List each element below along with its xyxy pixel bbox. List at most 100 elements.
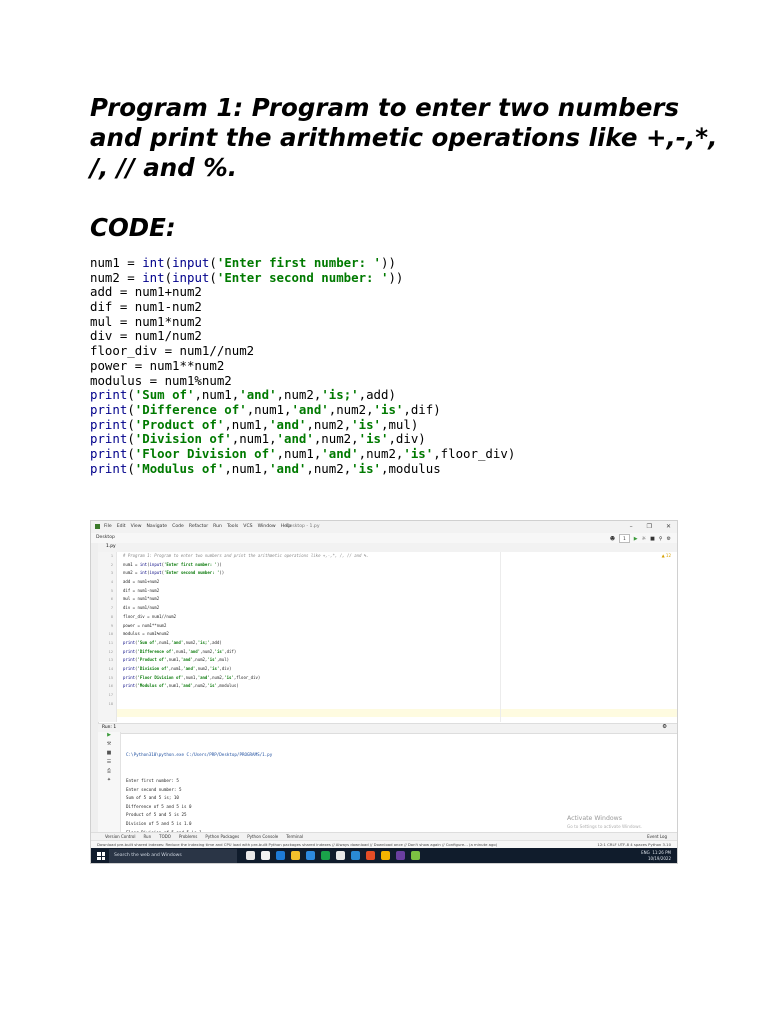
code-token: 'is' <box>403 445 434 461</box>
ide-screenshot: File Edit View Navigate Code Refactor Run Tools… <box>90 520 678 864</box>
code-token: )) <box>380 255 396 270</box>
code-token: ,num1, <box>224 460 270 476</box>
status-message: Download pre-built shared indexes: Reduc… <box>97 842 498 847</box>
code-label: CODE: <box>90 213 176 242</box>
ide-menu-bar: File Edit View Navigate Code Refactor Run Tools… <box>104 524 291 529</box>
line-number: 12 <box>108 649 113 654</box>
code-line: print('Division of',num1,'and',num2,'is'… <box>90 431 515 447</box>
console-command: C:\Python310\python.exe C:/Users/PRP/Des… <box>126 752 273 758</box>
code-token: print <box>90 401 128 417</box>
code-token: 'and' <box>291 401 329 417</box>
code-token: ,num2, <box>328 401 374 417</box>
editor-line: print('Sum of',num1,'and',num2,'is;',add… <box>123 639 222 645</box>
warning-count: ▲ 12 <box>661 553 671 558</box>
code-line: print('Sum of',num1,'and',num2,'is;',add… <box>90 387 515 403</box>
event-log: Event Log <box>647 834 667 839</box>
code-token: ,num2, <box>306 460 352 476</box>
status-info: 12:1 CRLF UTF-8 4 spaces Python 3.10 <box>593 842 671 847</box>
code-line: num2 = int(input('Enter second number: '… <box>90 269 515 286</box>
taskbar-app-icon <box>261 851 270 860</box>
line-number: 7 <box>110 606 113 611</box>
tool-window-item: Version Control <box>105 834 136 839</box>
code-token: ( <box>127 401 135 417</box>
taskbar-app-icon <box>381 851 390 860</box>
code-token: 'is;' <box>321 387 359 403</box>
code-token: ( <box>164 269 173 285</box>
code-token: power = num1**num2 <box>90 357 225 373</box>
code-token: ( <box>127 445 135 461</box>
taskbar-app-icon <box>396 851 405 860</box>
taskbar-app-icon <box>411 851 420 860</box>
tool-window-item: Terminal <box>286 834 304 839</box>
pin-icon: ✦ <box>106 777 112 783</box>
code-token: ,num1, <box>246 401 292 417</box>
menu-item: View <box>130 524 142 529</box>
editor-line: mul = num1*num2 <box>123 596 160 602</box>
editor-line: power = num1**num2 <box>123 622 167 628</box>
taskbar-app-icon <box>336 851 345 860</box>
taskbar-app-icon <box>246 851 255 860</box>
menu-item: VCS <box>243 524 253 529</box>
breadcrumb: Desktop <box>96 535 115 540</box>
run-toolbar: ☻ 1 ▶ ☼ ■ ⚲ ⚙ <box>610 534 671 543</box>
editor-line: num2 = int(input('Enter second number: '… <box>123 570 225 576</box>
menu-item: Run <box>213 524 222 529</box>
code-token: mul = num1*num2 <box>90 313 202 329</box>
menu-item: Code <box>172 524 184 529</box>
search-icon: ⚲ <box>658 535 663 542</box>
editor-line: num1 = int(input('Enter first number: ')… <box>123 561 222 567</box>
code-line: num1 = int(input('Enter first number: ')… <box>90 255 515 271</box>
code-token: div = num1/num2 <box>90 328 202 344</box>
code-token: add = num1+num2 <box>90 284 202 300</box>
maximize-icon: ❐ <box>646 523 652 530</box>
tool-window-item: Python Packages <box>205 834 240 839</box>
code-token: int <box>142 255 165 270</box>
line-number: 6 <box>110 597 113 602</box>
menu-item: Edit <box>116 524 126 529</box>
menu-item: Window <box>257 524 276 529</box>
pycharm-logo-icon <box>95 524 100 529</box>
console-line: Enter first number: 5 <box>126 777 179 783</box>
rerun-icon: ▶ <box>107 732 111 738</box>
code-token: ( <box>164 255 173 270</box>
tray-date: 10/19/2022 <box>647 856 671 861</box>
code-token: modulus = num1%num2 <box>90 372 232 388</box>
run-label: Run: 1 <box>102 725 116 730</box>
tool-window-item: Problems <box>178 834 198 839</box>
code-token: ,num1, <box>194 387 240 403</box>
tool-window-items: Version Control Run TODO Problems Python Pac… <box>105 834 303 839</box>
current-line-highlight <box>117 708 677 718</box>
user-icon: ☻ <box>609 535 616 542</box>
system-tray: ENG 11:26 PM 10/19/2022 <box>641 850 671 862</box>
editor-line: dif = num1-num2 <box>123 587 160 593</box>
menu-item: File <box>104 524 112 529</box>
code-token: 'Enter second number: ' <box>216 269 389 285</box>
code-token: )) <box>388 269 404 285</box>
run-toolbar-side: ▶ ⚒ ■ ☰ ⎙ ✦ <box>98 732 121 839</box>
editor-line: print('Modulus of',num1,'and',num2,'is',… <box>123 683 239 689</box>
code-token: print <box>90 445 128 461</box>
code-token: ( <box>127 431 135 447</box>
line-number: 3 <box>110 571 113 576</box>
taskbar-app-icon <box>306 851 315 860</box>
code-token: ,div) <box>388 431 426 447</box>
taskbar-apps <box>246 851 420 860</box>
line-number: 18 <box>108 701 113 706</box>
stop-icon: ■ <box>106 750 112 756</box>
line-number: 11 <box>108 640 113 645</box>
code-token: 'and' <box>269 416 307 432</box>
code-token: 'and' <box>269 460 307 476</box>
debug-icon: ☼ <box>641 535 647 542</box>
code-line: power = num1**num2 <box>90 357 515 374</box>
menu-item: Navigate <box>146 524 168 529</box>
line-number: 5 <box>110 588 113 593</box>
tray-language: ENG <box>641 850 650 855</box>
code-token: 'Floor Division of' <box>134 445 277 461</box>
console-line: Division of 5 and 5 is 1.0 <box>126 820 192 826</box>
menu-item: Tools <box>226 524 239 529</box>
code-token: 'is' <box>373 401 404 417</box>
taskbar-app-icon <box>276 851 285 860</box>
code-token: num2 = <box>90 269 143 285</box>
tool-window-item: Python Console <box>247 834 279 839</box>
